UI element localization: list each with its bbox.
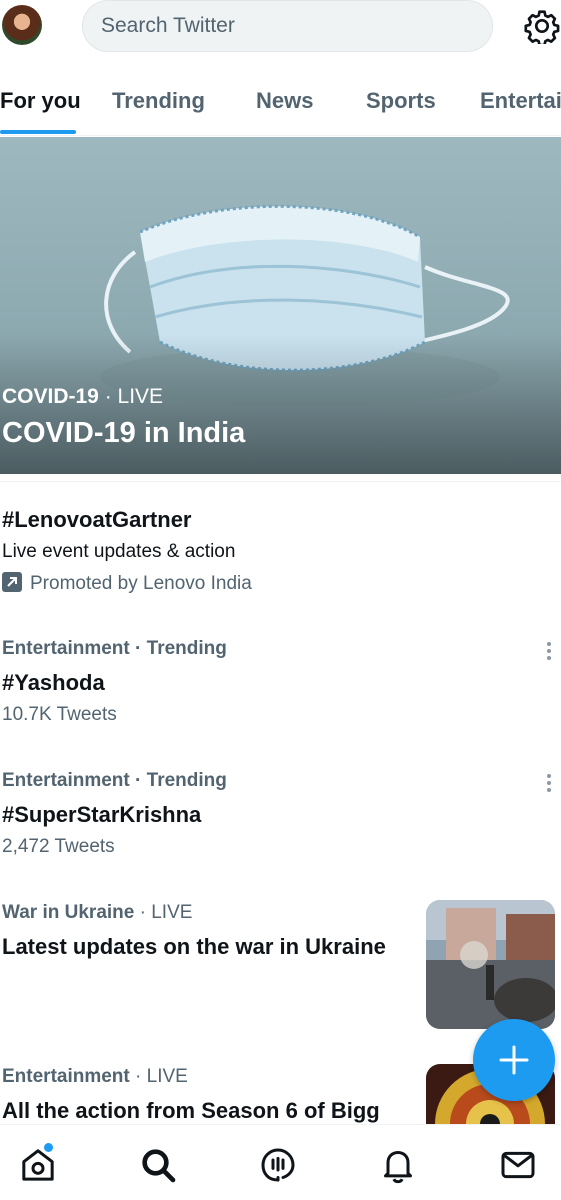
tab-news[interactable]: News xyxy=(256,88,313,114)
event-status: LIVE xyxy=(151,902,193,923)
tab-entertainment[interactable]: Entertainment xyxy=(480,88,561,114)
hero-card[interactable]: COVID-19 · LIVE COVID-19 in India xyxy=(0,137,561,474)
tab-trending[interactable]: Trending xyxy=(112,88,205,114)
mail-icon[interactable] xyxy=(498,1145,538,1185)
trend-meta: Entertainment · Trending xyxy=(2,638,227,660)
bell-icon[interactable] xyxy=(378,1145,418,1185)
active-tab-indicator xyxy=(0,130,76,134)
search-icon[interactable] xyxy=(138,1145,178,1185)
tab-for-you[interactable]: For you xyxy=(0,88,81,114)
spaces-icon[interactable] xyxy=(258,1145,298,1185)
trend-count: 10.7K Tweets xyxy=(2,704,117,725)
trend-description: Live event updates & action xyxy=(2,541,236,562)
trend-category: Entertainment xyxy=(2,770,130,791)
promoted-by-label: Promoted by Lenovo India xyxy=(30,573,252,594)
hero-category: COVID-19 xyxy=(2,385,99,408)
live-event-item[interactable]: War in Ukraine · LIVE Latest updates on … xyxy=(0,900,561,1030)
trend-name: #LenovoatGartner xyxy=(2,507,192,532)
compose-button[interactable] xyxy=(473,1019,555,1101)
event-title: All the action from Season 6 of Bigg xyxy=(2,1098,380,1123)
event-meta: Entertainment · LIVE xyxy=(2,1066,188,1088)
search-input[interactable] xyxy=(83,1,492,51)
explore-tabs: For you Trending News Sports Entertainme… xyxy=(0,76,561,136)
event-category: Entertainment xyxy=(2,1066,130,1087)
trend-context: Trending xyxy=(146,770,227,791)
event-category: War in Ukraine xyxy=(2,902,135,923)
tab-sports[interactable]: Sports xyxy=(366,88,436,114)
trend-name: #SuperStarKrishna xyxy=(2,802,202,827)
hero-status: LIVE xyxy=(117,385,164,408)
promoted-icon xyxy=(2,572,22,592)
avatar[interactable] xyxy=(2,5,42,45)
trend-context: Trending xyxy=(146,638,227,659)
trend-count: 2,472 Tweets xyxy=(2,836,115,857)
more-options-icon[interactable] xyxy=(542,640,556,662)
trend-category: Entertainment xyxy=(2,638,130,659)
top-bar xyxy=(0,0,561,54)
notification-dot xyxy=(44,1143,53,1152)
more-options-icon[interactable] xyxy=(542,772,556,794)
hero-title: COVID-19 in India xyxy=(2,417,246,449)
trend-name: #Yashoda xyxy=(2,670,105,695)
trend-item[interactable]: Entertainment · Trending #Yashoda 10.7K … xyxy=(0,636,561,736)
event-meta: War in Ukraine · LIVE xyxy=(2,902,192,924)
event-separator: · xyxy=(134,902,152,923)
promoted-trend[interactable]: #LenovoatGartner Live event updates & ac… xyxy=(0,505,561,605)
plus-icon xyxy=(499,1045,529,1075)
trend-separator: · xyxy=(129,770,147,791)
trend-separator: · xyxy=(129,638,147,659)
bottom-nav xyxy=(0,1124,561,1200)
home-icon[interactable] xyxy=(18,1145,58,1185)
event-separator: · xyxy=(129,1066,147,1087)
event-title: Latest updates on the war in Ukraine xyxy=(2,934,386,959)
gear-icon[interactable] xyxy=(524,8,560,47)
trend-meta: Entertainment · Trending xyxy=(2,770,227,792)
trend-item[interactable]: Entertainment · Trending #SuperStarKrish… xyxy=(0,768,561,868)
hero-separator: · xyxy=(98,385,118,408)
event-thumbnail xyxy=(426,900,555,1029)
hero-meta: COVID-19 · LIVE xyxy=(2,385,163,409)
promoted-by: Promoted by Lenovo India xyxy=(2,572,252,595)
search-box[interactable] xyxy=(82,0,493,52)
divider xyxy=(0,481,561,482)
event-status: LIVE xyxy=(146,1066,188,1087)
